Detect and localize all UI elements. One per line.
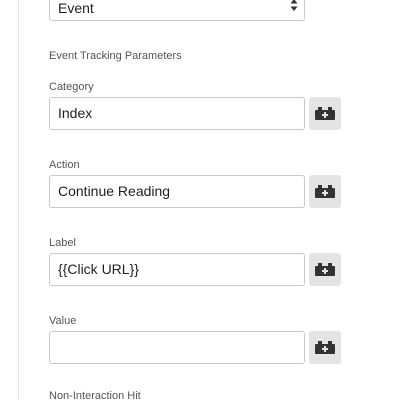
- category-variable-button[interactable]: [309, 97, 341, 130]
- tag-configuration-panel: Event Event Tracking Parameters Category…: [0, 0, 400, 400]
- track-type-select[interactable]: Event: [49, 0, 305, 21]
- add-variable-icon: [315, 107, 335, 120]
- action-input[interactable]: Continue Reading: [49, 175, 305, 208]
- value-label: Value: [49, 315, 77, 327]
- event-tracking-parameters-heading: Event Tracking Parameters: [49, 50, 182, 62]
- panel-divider: [18, 0, 19, 400]
- add-variable-icon: [315, 263, 335, 276]
- action-label: Action: [49, 159, 80, 171]
- action-variable-button[interactable]: [309, 175, 341, 208]
- select-updown-icon: [290, 0, 298, 12]
- non-interaction-hit-label: Non-Interaction Hit: [49, 390, 141, 400]
- label-variable-button[interactable]: [309, 253, 341, 286]
- label-label: Label: [49, 237, 76, 249]
- track-type-value: Event: [58, 0, 94, 16]
- value-variable-button[interactable]: [309, 331, 341, 364]
- add-variable-icon: [315, 341, 335, 354]
- value-input[interactable]: [49, 331, 305, 364]
- category-input[interactable]: Index: [49, 97, 305, 130]
- add-variable-icon: [315, 185, 335, 198]
- label-input[interactable]: {{Click URL}}: [49, 253, 305, 286]
- category-label: Category: [49, 81, 94, 93]
